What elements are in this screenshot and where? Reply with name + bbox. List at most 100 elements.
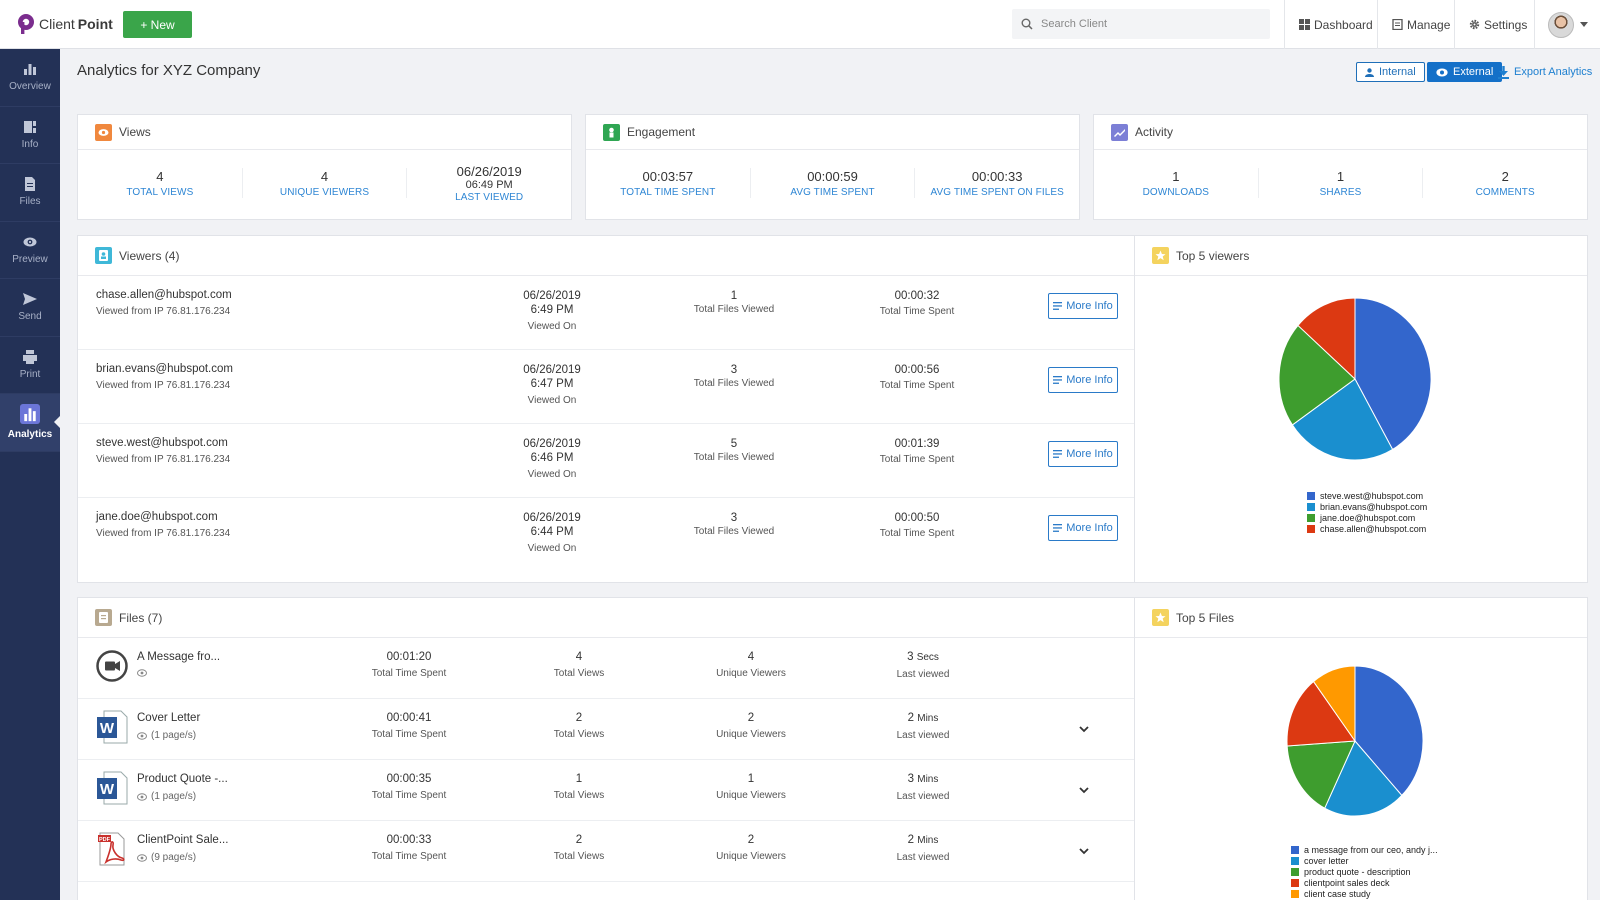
files-viewed-cell: 1 Total Files Viewed xyxy=(674,289,794,317)
viewer-ip: Viewed from IP 76.81.176.234 xyxy=(96,306,231,317)
legend-label: product quote - description xyxy=(1304,866,1411,877)
file-time-cell: 00:00:35 Total Time Spent xyxy=(354,772,464,803)
sidebar-item-preview[interactable]: Preview xyxy=(0,222,60,279)
file-last-unit: Mins xyxy=(917,835,939,846)
nav-dashboard-label: Dashboard xyxy=(1314,17,1373,32)
file-time-label: Total Time Spent xyxy=(371,790,447,801)
viewed-time: 6:46 PM xyxy=(530,452,574,464)
file-views-value: 1 xyxy=(575,773,583,785)
activity-card: Activity 1 DOWNLOADS 1 SHARES 2 COMMENTS xyxy=(1093,114,1588,220)
external-toggle-button[interactable]: External xyxy=(1427,62,1503,82)
legend-swatch xyxy=(1307,524,1315,533)
legend-swatch xyxy=(1291,878,1299,887)
file-row[interactable]: PDF ClientPoint Sale... (9 page/s) 00:00… xyxy=(78,821,1134,882)
legend-item: jane.doe@hubspot.com xyxy=(1307,512,1427,523)
file-last-value: 2 xyxy=(907,712,915,724)
search-input[interactable] xyxy=(1041,18,1241,30)
file-unique-cell: 4 Unique Viewers xyxy=(696,650,806,681)
files-viewed-value: 5 xyxy=(730,438,738,450)
file-pages: (1 page/s) xyxy=(151,791,197,802)
list-icon xyxy=(1053,376,1063,384)
file-row[interactable]: W Product Quote -... (1 page/s) 00:00:35… xyxy=(78,760,1134,821)
more-info-button[interactable]: More Info xyxy=(1048,515,1118,541)
more-info-button[interactable]: More Info xyxy=(1048,367,1118,393)
comments-label: COMMENTS xyxy=(1475,186,1535,198)
total-views-value: 4 xyxy=(156,168,164,184)
clientpoint-logo[interactable]: Client Point xyxy=(16,13,113,35)
search-box[interactable] xyxy=(1012,9,1270,39)
eye-icon xyxy=(137,731,147,740)
file-row[interactable]: W Cover Letter (1 page/s) 00:00:41 Total … xyxy=(78,699,1134,760)
file-views-label: Total Views xyxy=(553,790,605,801)
bar-chart-icon xyxy=(24,64,36,76)
legend-swatch xyxy=(1291,845,1299,854)
more-info-button[interactable]: More Info xyxy=(1048,293,1118,319)
legend-swatch xyxy=(1307,513,1315,522)
avg-files-label: AVG TIME SPENT ON FILES xyxy=(930,186,1064,198)
sidebar-item-label: Files xyxy=(19,196,41,208)
search-icon xyxy=(1021,18,1033,30)
internal-toggle-button[interactable]: Internal xyxy=(1356,62,1425,82)
nav-manage[interactable]: Manage xyxy=(1377,0,1464,49)
file-last-value: 3 xyxy=(907,651,914,663)
legend-item: a message from our ceo, andy j... xyxy=(1291,844,1438,855)
contact-icon xyxy=(95,247,112,264)
eye-icon xyxy=(1436,68,1448,76)
legend-swatch xyxy=(1307,491,1315,500)
nav-settings[interactable]: Settings xyxy=(1454,0,1541,49)
list-icon xyxy=(1053,450,1063,458)
sidebar-item-analytics[interactable]: Analytics xyxy=(0,394,60,452)
chevron-down-icon[interactable] xyxy=(1078,723,1090,735)
viewer-ip: Viewed from IP 76.81.176.234 xyxy=(96,528,231,539)
file-unique-cell: 1 Unique Viewers xyxy=(696,772,806,803)
file-time-label: Total Time Spent xyxy=(371,851,447,862)
file-name: ClientPoint Sale... xyxy=(137,834,229,846)
viewed-date: 06/26/2019 xyxy=(523,364,581,376)
more-info-button[interactable]: More Info xyxy=(1048,441,1118,467)
viewed-on-label: Viewed On xyxy=(527,469,577,480)
sidebar-item-info[interactable]: Info xyxy=(0,107,60,164)
time-spent-value: 00:01:39 xyxy=(894,438,940,450)
more-info-label: More Info xyxy=(1066,374,1113,386)
legend-item: client case study xyxy=(1291,888,1438,899)
files-viewed-label: Total Files Viewed xyxy=(693,526,775,537)
sidebar-item-files[interactable]: Files xyxy=(0,164,60,222)
viewer-email: brian.evans@hubspot.com xyxy=(96,363,233,375)
send-icon xyxy=(23,293,37,306)
export-analytics-button[interactable]: Export Analytics xyxy=(1498,62,1592,82)
chevron-down-icon[interactable] xyxy=(1078,845,1090,857)
avg-files-stat: 00:00:33 AVG TIME SPENT ON FILES xyxy=(915,168,1079,198)
viewed-on-cell: 06/26/2019 6:49 PM Viewed On xyxy=(497,289,607,334)
top-files-legend: a message from our ceo, andy j... cover … xyxy=(1291,844,1438,899)
file-pages: (1 page/s) xyxy=(151,730,197,741)
list-icon xyxy=(1053,524,1063,532)
svg-text:W: W xyxy=(100,781,115,798)
shares-value: 1 xyxy=(1336,168,1345,184)
file-name: Cover Letter xyxy=(137,712,201,724)
sidebar-item-send[interactable]: Send xyxy=(0,279,60,337)
chevron-down-icon[interactable] xyxy=(1078,784,1090,796)
viewed-time: 6:44 PM xyxy=(530,526,574,538)
engagement-card-header: Engagement xyxy=(586,115,1079,150)
viewed-on-label: Viewed On xyxy=(527,395,577,406)
file-row[interactable]: A Message fro... 00:01:20 Total Time Spen… xyxy=(78,638,1134,699)
viewers-card: Viewers (4) chase.allen@hubspot.com View… xyxy=(77,235,1135,583)
user-menu[interactable] xyxy=(1534,0,1600,49)
engagement-title: Engagement xyxy=(627,125,696,139)
files-card-header: Files (7) xyxy=(78,598,1134,638)
file-meta: (9 page/s) xyxy=(137,852,196,863)
eye-icon xyxy=(137,853,147,862)
file-time-value: 00:00:41 xyxy=(386,712,432,724)
sidebar-item-overview[interactable]: Overview xyxy=(0,49,60,107)
print-icon xyxy=(23,349,37,364)
more-info-label: More Info xyxy=(1066,448,1113,460)
last-viewed-label: LAST VIEWED xyxy=(455,191,524,203)
sidebar-item-print[interactable]: Print xyxy=(0,337,60,394)
avg-time-stat: 00:00:59 AVG TIME SPENT xyxy=(751,168,916,198)
export-label: Export Analytics xyxy=(1514,66,1593,78)
total-views-stat: 4 TOTAL VIEWS xyxy=(78,168,243,198)
new-button[interactable]: + New xyxy=(123,11,192,38)
nav-dashboard[interactable]: Dashboard xyxy=(1284,0,1387,49)
time-spent-label: Total Time Spent xyxy=(879,380,955,391)
top-viewers-pie-chart xyxy=(1278,297,1432,461)
